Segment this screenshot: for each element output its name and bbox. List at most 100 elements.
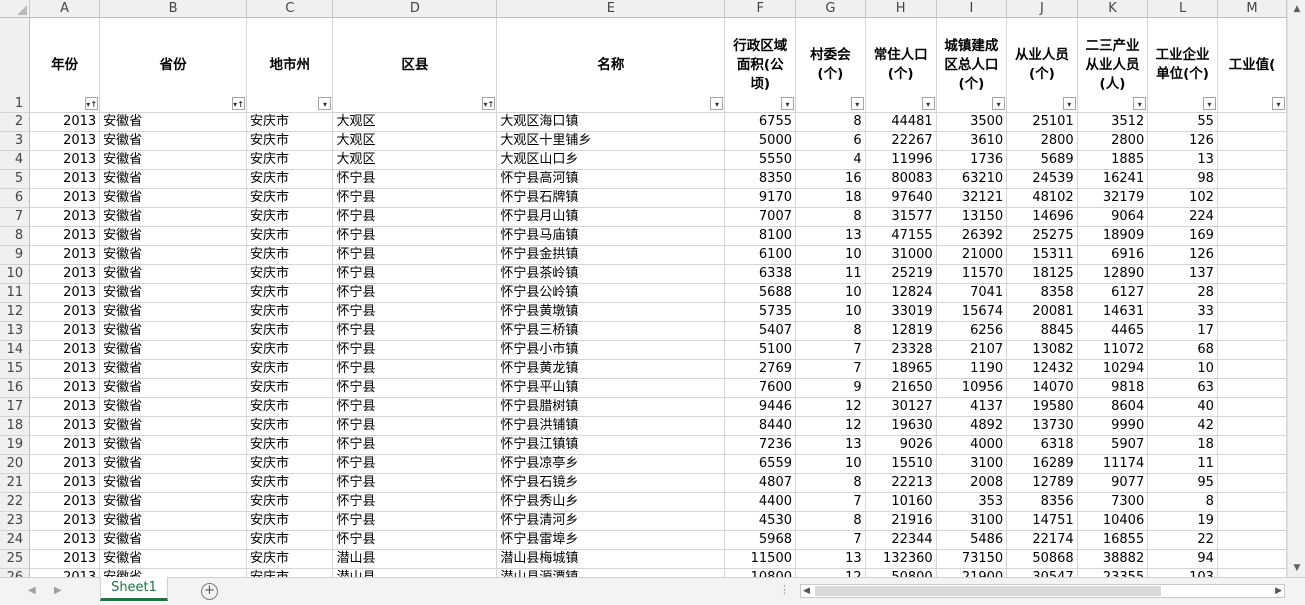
row-header[interactable]: 10 [0, 264, 31, 284]
cell-m[interactable] [1217, 188, 1287, 208]
header-cell-k[interactable]: 二三产业从业人员(人) ▾ [1077, 17, 1149, 113]
cell-b[interactable]: 安徽省 [99, 207, 248, 227]
cell-i[interactable]: 15674 [936, 302, 1008, 322]
cell-c[interactable]: 安庆市 [246, 321, 334, 341]
cell-j[interactable]: 24539 [1006, 169, 1078, 189]
cell-k[interactable]: 12890 [1077, 264, 1149, 284]
cell-d[interactable]: 潜山县 [332, 549, 498, 569]
prev-sheet-icon[interactable]: ◀ [28, 585, 36, 596]
cell-j[interactable]: 2800 [1006, 131, 1078, 151]
row-header[interactable]: 20 [0, 454, 31, 474]
cell-m[interactable] [1217, 359, 1287, 379]
cell-c[interactable]: 安庆市 [246, 530, 334, 550]
cell-f[interactable]: 5000 [724, 131, 796, 151]
cell-c[interactable]: 安庆市 [246, 131, 334, 151]
cell-i[interactable]: 353 [936, 492, 1008, 512]
cell-f[interactable]: 10800 [724, 568, 796, 577]
cell-e[interactable]: 怀宁县平山镇 [496, 378, 726, 398]
cell-h[interactable]: 12819 [865, 321, 937, 341]
cell-k[interactable]: 18909 [1077, 226, 1149, 246]
column-header-m[interactable]: M [1217, 0, 1287, 18]
cell-f[interactable]: 9170 [724, 188, 796, 208]
cell-e[interactable]: 潜山县源潭镇 [496, 568, 726, 577]
cell-i[interactable]: 21000 [936, 245, 1008, 265]
cell-g[interactable]: 10 [795, 283, 866, 303]
cell-j[interactable]: 12432 [1006, 359, 1078, 379]
cell-l[interactable]: 224 [1147, 207, 1218, 227]
cell-d[interactable]: 怀宁县 [332, 511, 498, 531]
cell-i[interactable]: 26392 [936, 226, 1008, 246]
cell-h[interactable]: 18965 [865, 359, 937, 379]
cell-m[interactable] [1217, 150, 1287, 170]
cell-h[interactable]: 22344 [865, 530, 937, 550]
cell-l[interactable]: 13 [1147, 150, 1218, 170]
cell-l[interactable]: 28 [1147, 283, 1218, 303]
cell-a[interactable]: 2013 [29, 264, 101, 284]
cell-j[interactable]: 8845 [1006, 321, 1078, 341]
cell-e[interactable]: 怀宁县茶岭镇 [496, 264, 726, 284]
cell-l[interactable]: 98 [1147, 169, 1218, 189]
cell-i[interactable]: 3610 [936, 131, 1008, 151]
cell-a[interactable]: 2013 [29, 321, 101, 341]
cell-g[interactable]: 6 [795, 131, 866, 151]
cell-c[interactable]: 安庆市 [246, 264, 334, 284]
row-header[interactable]: 24 [0, 530, 31, 550]
cell-h[interactable]: 10160 [865, 492, 937, 512]
cell-l[interactable]: 42 [1147, 416, 1218, 436]
cell-i[interactable]: 4137 [936, 397, 1008, 417]
cell-f[interactable]: 7007 [724, 207, 796, 227]
cell-e[interactable]: 大观区海口镇 [496, 112, 726, 132]
cell-d[interactable]: 怀宁县 [332, 340, 498, 360]
cell-e[interactable]: 怀宁县公岭镇 [496, 283, 726, 303]
cell-l[interactable]: 169 [1147, 226, 1218, 246]
header-cell-a[interactable]: 年份 ▾↑ [29, 17, 101, 113]
cell-c[interactable]: 安庆市 [246, 435, 334, 455]
cell-f[interactable]: 8440 [724, 416, 796, 436]
row-header[interactable]: 13 [0, 321, 31, 341]
cell-j[interactable]: 8356 [1006, 492, 1078, 512]
cell-d[interactable]: 怀宁县 [332, 435, 498, 455]
cell-c[interactable]: 安庆市 [246, 226, 334, 246]
cell-i[interactable]: 73150 [936, 549, 1008, 569]
cell-j[interactable]: 12789 [1006, 473, 1078, 493]
cell-k[interactable]: 5907 [1077, 435, 1149, 455]
cell-j[interactable]: 6318 [1006, 435, 1078, 455]
cell-i[interactable]: 7041 [936, 283, 1008, 303]
header-cell-l[interactable]: 工业企业单位(个) ▾ [1147, 17, 1218, 113]
row-header[interactable]: 2 [0, 112, 31, 132]
cell-j[interactable]: 18125 [1006, 264, 1078, 284]
cell-c[interactable]: 安庆市 [246, 302, 334, 322]
cell-b[interactable]: 安徽省 [99, 416, 248, 436]
cell-d[interactable]: 怀宁县 [332, 226, 498, 246]
cell-a[interactable]: 2013 [29, 359, 101, 379]
scroll-left-icon[interactable]: ◀ [803, 585, 810, 597]
filter-dropdown-icon[interactable]: ▾ [992, 97, 1006, 110]
cell-m[interactable] [1217, 397, 1287, 417]
header-cell-g[interactable]: 村委会(个) ▾ [795, 17, 866, 113]
filter-dropdown-icon[interactable]: ▾ [1062, 97, 1076, 110]
cell-j[interactable]: 14070 [1006, 378, 1078, 398]
cell-h[interactable]: 22267 [865, 131, 937, 151]
cell-g[interactable]: 12 [795, 416, 866, 436]
cell-j[interactable]: 13730 [1006, 416, 1078, 436]
cell-h[interactable]: 44481 [865, 112, 937, 132]
cell-d[interactable]: 怀宁县 [332, 530, 498, 550]
cell-i[interactable]: 1736 [936, 150, 1008, 170]
cell-h[interactable]: 11996 [865, 150, 937, 170]
cell-m[interactable] [1217, 568, 1287, 577]
cell-k[interactable]: 9818 [1077, 378, 1149, 398]
horizontal-scrollbar[interactable]: ◀ ▶ [800, 584, 1285, 598]
column-header-e[interactable]: E [496, 0, 726, 18]
cell-h[interactable]: 97640 [865, 188, 937, 208]
cell-e[interactable]: 怀宁县洪铺镇 [496, 416, 726, 436]
cell-b[interactable]: 安徽省 [99, 435, 248, 455]
cell-i[interactable]: 3100 [936, 454, 1008, 474]
horizontal-scroll-thumb[interactable] [815, 586, 1161, 596]
cell-h[interactable]: 15510 [865, 454, 937, 474]
cell-e[interactable]: 大观区十里铺乡 [496, 131, 726, 151]
spreadsheet-table[interactable]: A B C D E F G H I J K L M 1 年份 ▾↑ 省份 ▾↑ 地市州 ▾ 区县 ▾↑ 名称 ▾ 行政区域面积(… [0, 0, 1287, 577]
cell-i[interactable]: 3500 [936, 112, 1008, 132]
cell-m[interactable] [1217, 492, 1287, 512]
cell-b[interactable]: 安徽省 [99, 264, 248, 284]
column-header-b[interactable]: B [99, 0, 248, 18]
